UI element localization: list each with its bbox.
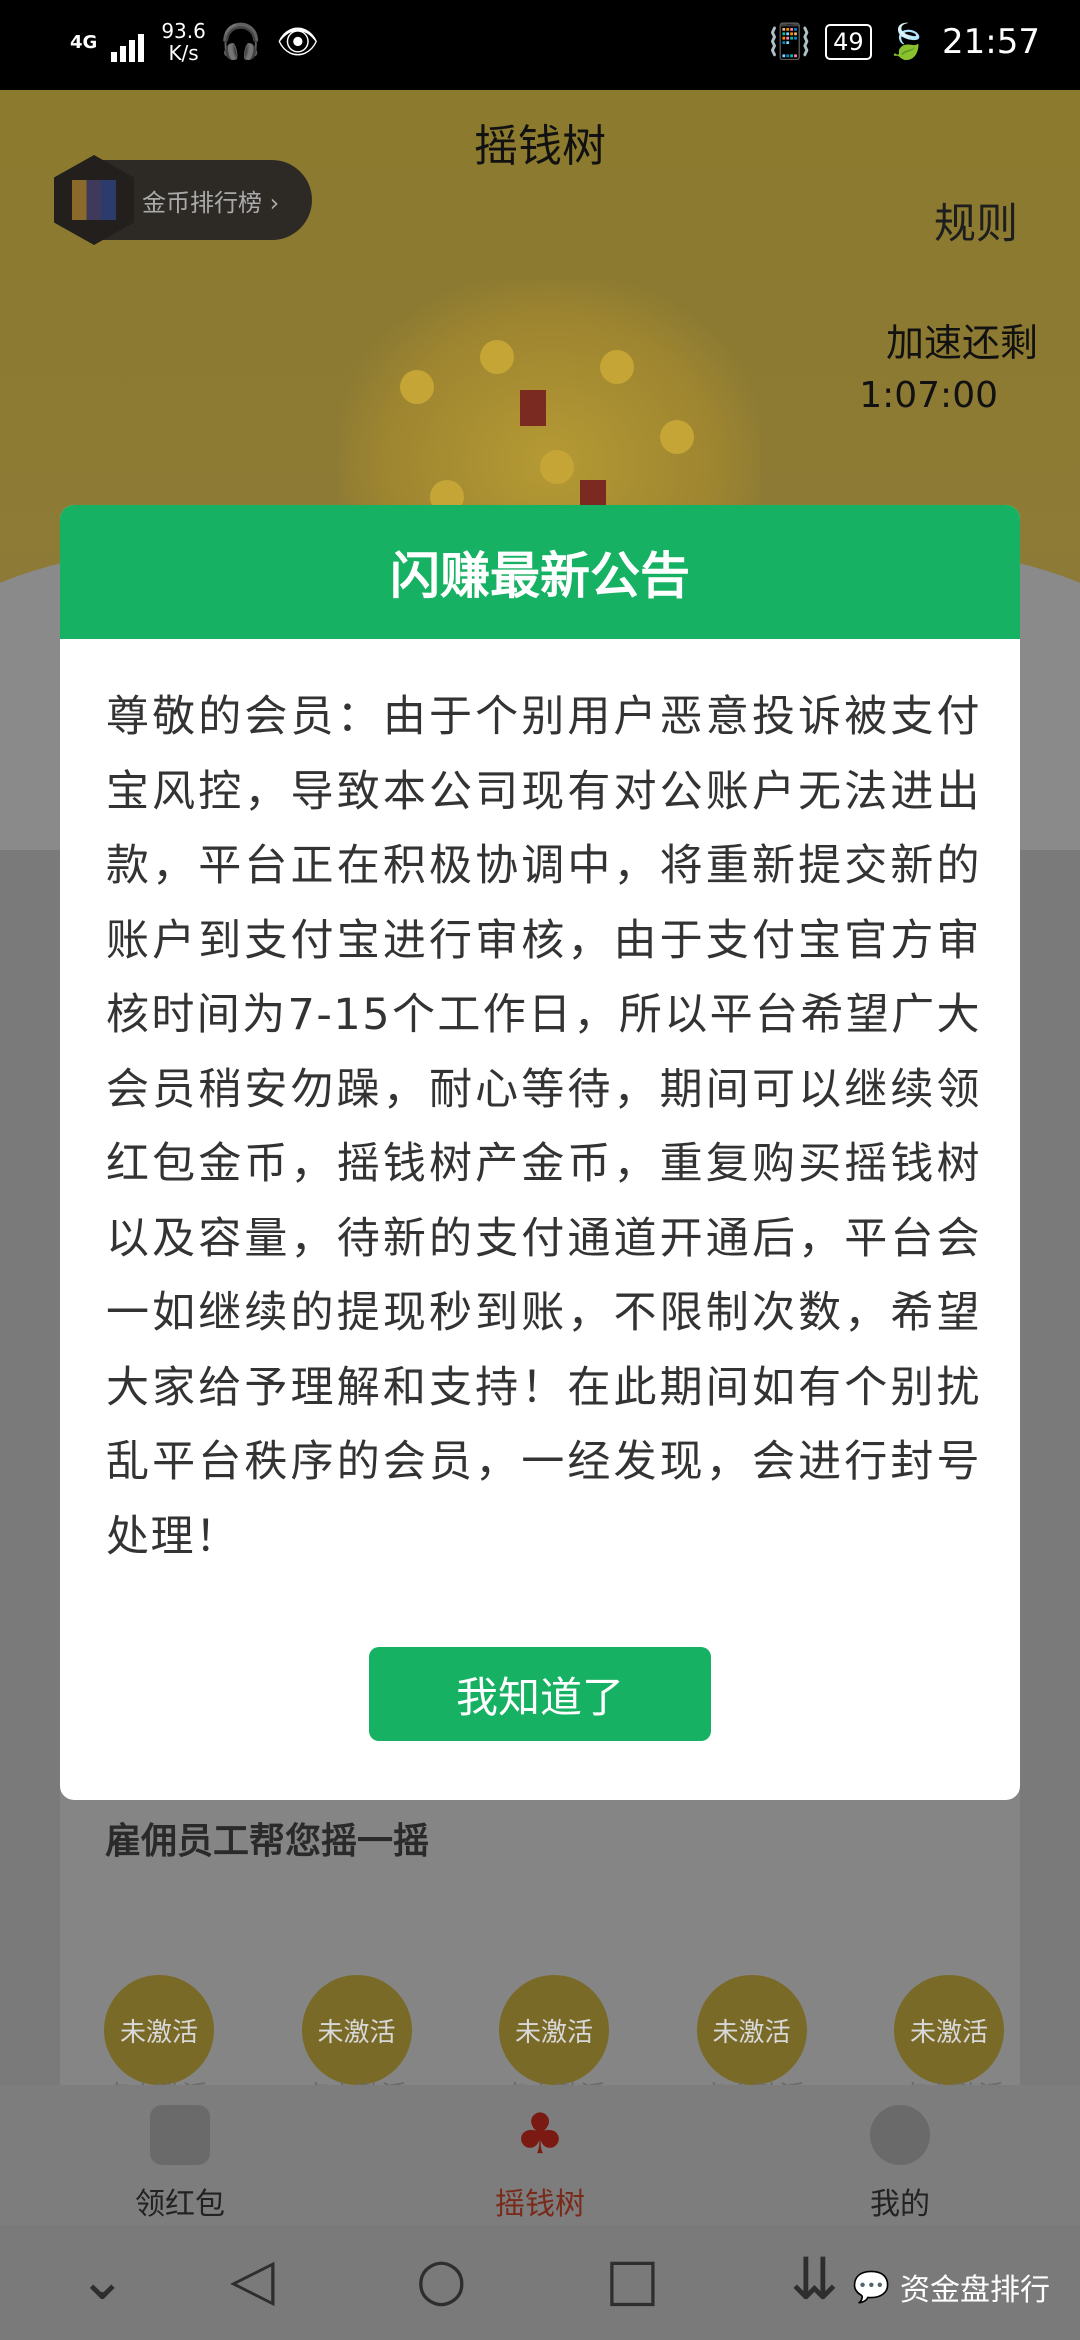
net-speed-unit: K/s: [168, 41, 199, 65]
coin-ranking-button[interactable]: 金币排行榜 ›: [54, 155, 312, 245]
wechat-icon: 💬: [852, 2269, 890, 2305]
employee-slot[interactable]: 未激活: [104, 1975, 214, 2085]
employee-card: 雇佣员工帮您摇一摇 未激活 未激活 未激活 未激活 未激活 点击激活 点击激活 …: [60, 1770, 1020, 2111]
rules-link[interactable]: 规则: [934, 190, 1018, 251]
watermark: 💬 资金盘排行: [853, 2265, 1050, 2309]
bottom-nav: 领红包 ♣ 摇钱树 我的: [0, 2085, 1080, 2225]
confirm-button[interactable]: 我知道了: [369, 1647, 711, 1741]
employee-card-title: 雇佣员工帮您摇一摇: [105, 1821, 430, 1862]
profile-icon: [870, 2105, 930, 2165]
leaf-icon: 🍃: [885, 22, 929, 62]
status-left: 4G 93.6 K/s 🎧 👁: [70, 20, 319, 64]
employee-slot[interactable]: 未激活: [499, 1975, 609, 2085]
employee-slots: 未激活 未激活 未激活 未激活 未激活: [104, 1975, 1004, 2085]
dialog-body: 尊敬的会员：由于个别用户恶意投诉被支付宝风控，导致本公司现有对公账户无法进出款，…: [106, 692, 981, 1562]
network-type: 4G: [70, 31, 98, 53]
nav-red-envelope[interactable]: 领红包: [80, 2105, 280, 2223]
dialog-title: 闪赚最新公告: [60, 505, 1020, 639]
vibrate-icon: 📳: [768, 22, 812, 62]
money-tree-icon: ♣: [514, 2102, 566, 2167]
back-icon[interactable]: ◁: [230, 2245, 275, 2313]
status-right: 📳 49 🍃 21:57: [769, 22, 1040, 62]
nav-label: 领红包: [135, 2187, 225, 2222]
employee-slot[interactable]: 未激活: [696, 1975, 807, 2085]
accelerate-countdown: 1:07:00: [859, 375, 998, 416]
coin-ranking-label: 金币排行榜 ›: [142, 188, 280, 217]
red-envelope-icon: [150, 2105, 210, 2165]
nav-label: 我的: [870, 2187, 930, 2222]
employee-slot[interactable]: 未激活: [894, 1975, 1004, 2085]
accelerate-label: 加速还剩: [885, 321, 1038, 365]
headphone-icon: 🎧: [219, 22, 263, 62]
status-bar: 4G 93.6 K/s 🎧 👁 📳 49 🍃 21:57: [0, 0, 1080, 90]
chevron-down-icon[interactable]: ⌄: [78, 2245, 127, 2313]
nav-label: 摇钱树: [495, 2187, 585, 2222]
nav-money-tree[interactable]: ♣ 摇钱树: [440, 2105, 640, 2223]
employee-slot[interactable]: 未激活: [301, 1975, 412, 2085]
watermark-text: 资金盘排行: [900, 2273, 1050, 2308]
eye-icon: 👁: [276, 22, 320, 62]
net-speed-value: 93.6: [161, 19, 206, 43]
system-nav-bar: ⌄ ◁ ○ □ ⇊ 💬 资金盘排行: [0, 2225, 1080, 2340]
announcement-dialog: 闪赚最新公告 尊敬的会员：由于个别用户恶意投诉被支付宝风控，导致本公司现有对公账…: [60, 505, 1020, 1800]
recents-icon[interactable]: □: [605, 2245, 660, 2313]
nav-profile[interactable]: 我的: [800, 2105, 1000, 2223]
home-icon[interactable]: ○: [416, 2245, 467, 2313]
battery-indicator: 49: [825, 24, 872, 60]
net-speed: 93.6 K/s: [161, 20, 206, 64]
notification-pull-icon[interactable]: ⇊: [790, 2245, 839, 2313]
clock: 21:57: [942, 22, 1040, 62]
signal-icon: [111, 22, 147, 62]
